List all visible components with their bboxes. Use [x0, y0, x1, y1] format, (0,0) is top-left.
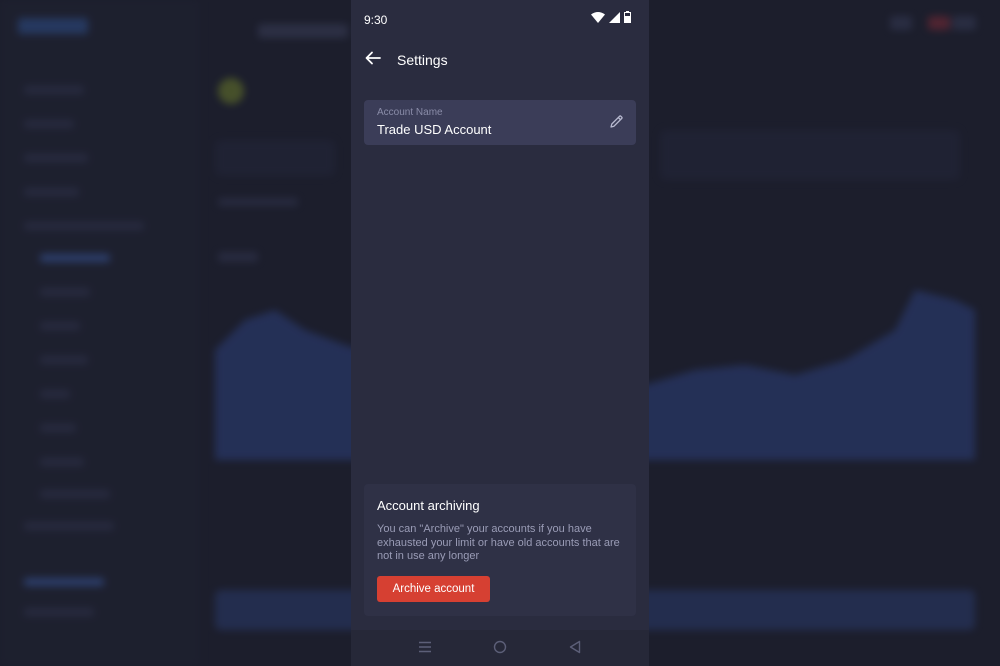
background-card: [660, 130, 960, 180]
edit-account-name-button[interactable]: [608, 114, 626, 132]
background-nav-item: [24, 86, 84, 94]
account-archiving-card: Account archiving You can "Archive" your…: [364, 484, 636, 616]
background-logo: [18, 18, 88, 34]
app-bar: Settings: [351, 38, 649, 82]
background-nav-item: [24, 188, 79, 196]
background-nav-item: [24, 578, 104, 586]
account-name-field[interactable]: Account Name Trade USD Account: [364, 100, 636, 145]
battery-icon: [624, 10, 631, 28]
system-nav-bar: [351, 630, 649, 666]
account-name-value: Trade USD Account: [377, 122, 492, 137]
back-button[interactable]: [361, 48, 385, 72]
background-nav-item: [24, 222, 144, 230]
background-label: [218, 198, 298, 206]
account-name-label: Account Name: [377, 107, 443, 118]
status-bar: 9:30: [351, 0, 649, 38]
background-nav-item: [40, 490, 110, 498]
status-icons: [591, 10, 631, 28]
system-back-button[interactable]: [565, 639, 585, 659]
background-header-icon: [890, 16, 912, 30]
archiving-title: Account archiving: [377, 498, 480, 513]
background-card: [215, 140, 335, 176]
recent-apps-icon: [418, 640, 432, 658]
background-nav-item: [40, 458, 84, 466]
background-nav-item: [40, 424, 76, 432]
background-header-icon: [928, 16, 950, 30]
background-nav-item: [24, 522, 114, 530]
phone-screen: 9:30 Settings Account Name Trade USD Acc…: [351, 0, 649, 666]
home-button[interactable]: [490, 639, 510, 659]
back-triangle-icon: [569, 640, 581, 659]
home-icon: [493, 640, 507, 659]
background-avatar: [218, 78, 244, 104]
pencil-icon: [608, 115, 624, 134]
background-page-title: [258, 24, 348, 38]
background-nav-item: [40, 288, 90, 296]
background-nav-item: [24, 608, 94, 616]
archive-account-button[interactable]: Archive account: [377, 576, 490, 602]
background-label: [218, 252, 258, 262]
archiving-description: You can "Archive" your accounts if you h…: [377, 523, 620, 562]
background-nav-item: [24, 154, 88, 162]
background-nav-item: [40, 322, 80, 330]
background-header-icon: [952, 16, 976, 30]
wifi-icon: [591, 10, 605, 28]
status-time: 9:30: [364, 13, 388, 27]
background-sidebar: [0, 0, 200, 666]
cellular-signal-icon: [609, 10, 620, 28]
recent-apps-button[interactable]: [415, 639, 435, 659]
arrow-left-icon: [365, 51, 381, 70]
background-nav-item: [40, 356, 88, 364]
background-nav-item: [40, 254, 110, 262]
background-nav-item: [40, 390, 70, 398]
background-nav-item: [24, 120, 74, 128]
page-title: Settings: [397, 52, 448, 68]
